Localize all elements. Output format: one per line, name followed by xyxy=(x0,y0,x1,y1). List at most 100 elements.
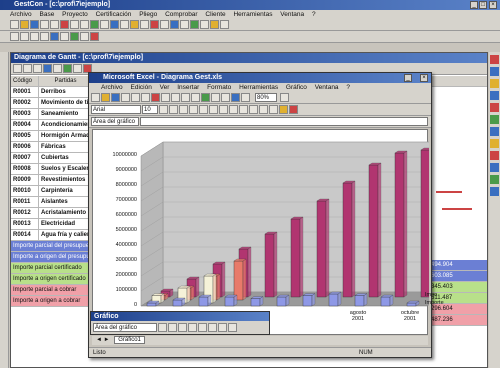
gestcon-close-button[interactable]: × xyxy=(489,1,497,9)
by-column-icon[interactable] xyxy=(208,323,217,332)
nav-icon[interactable] xyxy=(73,64,82,73)
angle-text-down-icon[interactable] xyxy=(218,323,227,332)
right-tool-icon[interactable] xyxy=(490,67,499,76)
sort-icon[interactable] xyxy=(180,20,189,29)
indent-icon[interactable] xyxy=(259,105,268,114)
right-tool-icon[interactable] xyxy=(490,127,499,136)
autosum-icon[interactable] xyxy=(201,93,210,102)
nav-icon[interactable] xyxy=(23,64,32,73)
redo-icon[interactable] xyxy=(191,93,200,102)
menu-proyecto[interactable]: Proyecto xyxy=(62,11,88,18)
excel-menu-archivo[interactable]: Archivo xyxy=(101,84,123,91)
nav-icon[interactable] xyxy=(13,64,22,73)
new-icon[interactable] xyxy=(10,20,19,29)
sort-desc-icon[interactable] xyxy=(221,93,230,102)
right-tool-icon[interactable] xyxy=(490,163,499,172)
menu-cliente[interactable]: Cliente xyxy=(205,11,225,18)
font-color-icon[interactable] xyxy=(289,105,298,114)
print-icon[interactable] xyxy=(40,20,49,29)
sort-asc-icon[interactable] xyxy=(211,93,220,102)
menu-archivo[interactable]: Archivo xyxy=(10,11,32,18)
prev-icon[interactable] xyxy=(20,32,29,41)
next-icon[interactable] xyxy=(30,32,39,41)
excel-menu-edicion[interactable]: Edición xyxy=(131,84,152,91)
angle-text-up-icon[interactable] xyxy=(228,323,237,332)
calc-icon[interactable] xyxy=(140,20,149,29)
thousands-icon[interactable] xyxy=(249,105,258,114)
formula-input[interactable] xyxy=(140,117,428,126)
right-tool-icon[interactable] xyxy=(490,79,499,88)
insert-icon[interactable] xyxy=(50,32,59,41)
excel-menu-insertar[interactable]: Insertar xyxy=(177,84,199,91)
right-tool-icon[interactable] xyxy=(490,115,499,124)
nav-icon[interactable] xyxy=(53,64,62,73)
menu-base[interactable]: Base xyxy=(40,11,55,18)
check-icon[interactable] xyxy=(190,20,199,29)
copy-icon[interactable] xyxy=(70,20,79,29)
menu-comprobar[interactable]: Comprobar xyxy=(165,11,198,18)
underline-icon[interactable] xyxy=(179,105,188,114)
menu-certificacion[interactable]: Certificación xyxy=(96,11,132,18)
flag-icon[interactable] xyxy=(90,32,99,41)
right-tool-icon[interactable] xyxy=(490,91,499,100)
font-select[interactable]: Arial xyxy=(91,105,141,114)
open-icon[interactable] xyxy=(20,20,29,29)
spell-icon[interactable] xyxy=(141,93,150,102)
excel-minimize-button[interactable]: _ xyxy=(404,74,412,82)
menu-help[interactable]: ? xyxy=(312,11,316,18)
help-icon[interactable] xyxy=(220,20,229,29)
chart-wizard-icon[interactable] xyxy=(231,93,240,102)
percent-icon[interactable] xyxy=(239,105,248,114)
save-icon[interactable] xyxy=(111,93,120,102)
tab-grafico1[interactable]: Gráfico1 xyxy=(114,336,145,344)
new-icon[interactable] xyxy=(91,93,100,102)
excel-menu-ver[interactable]: Ver xyxy=(160,84,170,91)
filter-icon[interactable] xyxy=(120,20,129,29)
nav-icon[interactable] xyxy=(63,64,72,73)
chart-type-icon[interactable] xyxy=(168,323,177,332)
excel-menu-ventana[interactable]: Ventana xyxy=(315,84,339,91)
cut-icon[interactable] xyxy=(60,20,69,29)
folder-icon[interactable] xyxy=(130,20,139,29)
gestcon-minimize-button[interactable]: _ xyxy=(470,1,478,9)
tab-scroll-icon[interactable]: ◄ ► xyxy=(96,337,110,343)
excel-menu-herramientas[interactable]: Herramientas xyxy=(239,84,278,91)
table-icon[interactable] xyxy=(100,20,109,29)
chart-object-select[interactable]: Área del gráfico xyxy=(93,323,157,332)
star-icon[interactable] xyxy=(210,20,219,29)
nav-icon[interactable] xyxy=(43,64,52,73)
right-tool-icon[interactable] xyxy=(490,175,499,184)
col-header-code[interactable]: Código xyxy=(11,76,39,86)
outdent-icon[interactable] xyxy=(70,32,79,41)
name-box[interactable]: Área del gráfico xyxy=(91,117,139,126)
merge-icon[interactable] xyxy=(219,105,228,114)
italic-icon[interactable] xyxy=(169,105,178,114)
last-icon[interactable] xyxy=(40,32,49,41)
excel-menu-grafico[interactable]: Gráfico xyxy=(286,84,307,91)
by-row-icon[interactable] xyxy=(198,323,207,332)
data-table-icon[interactable] xyxy=(188,323,197,332)
gestcon-maximize-button[interactable]: □ xyxy=(479,1,487,9)
excel-menu-help[interactable]: ? xyxy=(346,84,350,91)
paste-icon[interactable] xyxy=(171,93,180,102)
print-icon[interactable] xyxy=(121,93,130,102)
help-icon[interactable] xyxy=(280,93,289,102)
align-right-icon[interactable] xyxy=(209,105,218,114)
chart-area[interactable]: 10000000 9000000 8000000 7000000 6000000 5000… xyxy=(92,129,444,335)
excel-close-button[interactable]: × xyxy=(420,74,428,82)
open-icon[interactable] xyxy=(101,93,110,102)
grid-icon[interactable] xyxy=(170,20,179,29)
zoom-icon[interactable] xyxy=(80,32,89,41)
currency-icon[interactable] xyxy=(229,105,238,114)
cut-icon[interactable] xyxy=(151,93,160,102)
right-tool-icon[interactable] xyxy=(490,151,499,160)
list-icon[interactable] xyxy=(160,20,169,29)
undo-icon[interactable] xyxy=(181,93,190,102)
first-icon[interactable] xyxy=(10,32,19,41)
right-tool-icon[interactable] xyxy=(490,187,499,196)
chart-icon[interactable] xyxy=(90,20,99,29)
preview-icon[interactable] xyxy=(131,93,140,102)
copy-icon[interactable] xyxy=(161,93,170,102)
delete-icon[interactable] xyxy=(150,20,159,29)
border-icon[interactable] xyxy=(269,105,278,114)
